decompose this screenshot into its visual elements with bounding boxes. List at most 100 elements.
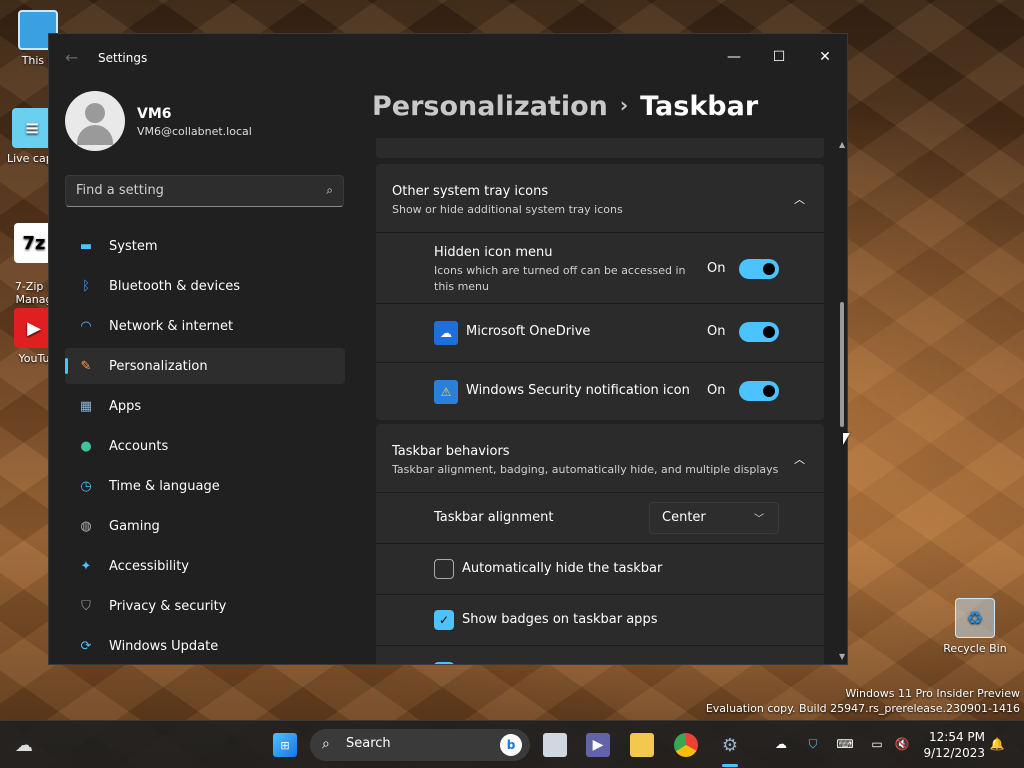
scroll-down-arrow[interactable]: ▼ bbox=[839, 652, 845, 661]
sidebar-item-label: Gaming bbox=[109, 518, 160, 534]
search-input[interactable]: Find a setting ⌕ bbox=[65, 175, 344, 207]
evaluation-watermark: Windows 11 Pro Insider Preview Evaluatio… bbox=[706, 686, 1020, 716]
bing-icon[interactable]: b bbox=[500, 734, 522, 756]
onedrive-icon: ☁ bbox=[434, 321, 458, 345]
toggle-knob bbox=[763, 385, 775, 397]
onedrive-toggle[interactable] bbox=[739, 322, 779, 342]
page-title: Taskbar bbox=[640, 91, 759, 122]
gamepad-icon: ◍ bbox=[80, 518, 92, 534]
maximize-button[interactable]: ☐ bbox=[764, 42, 794, 72]
chevron-up-icon[interactable]: ︿ bbox=[794, 451, 808, 466]
chevron-up-icon[interactable]: ︿ bbox=[794, 191, 808, 206]
auto-hide-checkbox[interactable] bbox=[434, 559, 454, 579]
live-captions-icon: ≡ bbox=[12, 108, 52, 148]
update-icon: ⟳ bbox=[80, 638, 92, 654]
sidebar-item-label: Time & language bbox=[109, 478, 220, 494]
watermark-line: Evaluation copy. Build 25947.rs_prerelea… bbox=[705, 702, 1020, 715]
back-arrow-icon[interactable]: ← bbox=[65, 48, 78, 67]
desktop-icon-recycle-bin[interactable]: ♻ Recycle Bin bbox=[940, 598, 1010, 655]
sidebar-item-label: Privacy & security bbox=[109, 598, 227, 614]
scroll-up-arrow[interactable]: ▲ bbox=[839, 140, 845, 149]
brush-icon: ✎ bbox=[80, 358, 92, 374]
toggle-knob bbox=[763, 326, 775, 338]
badges-checkbox[interactable]: ✓ bbox=[434, 610, 454, 630]
breadcrumb-separator: › bbox=[619, 93, 629, 117]
taskbar-alignment-dropdown[interactable]: Center ﹀ bbox=[649, 502, 779, 534]
minimize-button[interactable]: — bbox=[719, 42, 749, 72]
sidebar-item-accounts[interactable]: ● Accounts bbox=[65, 428, 345, 464]
checkbox-label: Automatically hide the taskbar bbox=[462, 561, 663, 576]
taskbar-search[interactable]: ⌕ Search b bbox=[310, 729, 530, 761]
settings-gear-icon[interactable]: ⚙ bbox=[718, 733, 742, 757]
scroll-thumb[interactable] bbox=[840, 302, 844, 427]
start-button[interactable]: ⊞ bbox=[273, 733, 297, 757]
volume-muted-icon[interactable]: 🔇 bbox=[893, 735, 911, 753]
mouse-cursor-icon bbox=[843, 433, 850, 445]
user-name: VM6 bbox=[137, 106, 172, 122]
row-label: Hidden icon menu bbox=[434, 245, 553, 260]
system-icon: ▬ bbox=[79, 238, 93, 254]
sidebar-item-privacy-security[interactable]: ⛉ Privacy & security bbox=[65, 588, 345, 624]
partial-checkbox[interactable] bbox=[434, 662, 454, 664]
taskbar-behaviors-header[interactable]: Taskbar behaviors Taskbar alignment, bad… bbox=[376, 424, 824, 492]
sidebar-item-label: System bbox=[109, 238, 158, 254]
sidebar-item-apps[interactable]: ▦ Apps bbox=[65, 388, 345, 424]
hidden-icon-menu-toggle[interactable] bbox=[739, 259, 779, 279]
search-icon: ⌕ bbox=[326, 183, 333, 197]
notification-bell-icon[interactable]: 🔔 bbox=[988, 735, 1006, 753]
scrollbar[interactable]: ▲ ▼ bbox=[839, 140, 845, 664]
clock[interactable]: 12:54 PM 9/12/2023 bbox=[915, 729, 985, 761]
wifi-icon: ◠ bbox=[80, 318, 92, 334]
row-label: Microsoft OneDrive bbox=[466, 324, 591, 339]
close-button[interactable]: ✕ bbox=[810, 42, 840, 72]
sidebar-item-system[interactable]: ▬ System bbox=[65, 228, 345, 264]
search-icon: ⌕ bbox=[322, 736, 330, 752]
sidebar-item-label: Apps bbox=[109, 398, 142, 414]
auto-hide-row: Automatically hide the taskbar bbox=[376, 544, 824, 594]
row-label: Windows Security notification icon bbox=[466, 383, 690, 398]
sidebar-nav: ▬ System ᛒ Bluetooth & devices ◠ Network… bbox=[65, 228, 345, 664]
sidebar-item-windows-update[interactable]: ⟳ Windows Update bbox=[65, 628, 345, 664]
breadcrumb: Personalization › Taskbar bbox=[372, 91, 758, 122]
sidebar-item-accessibility[interactable]: ✦ Accessibility bbox=[65, 548, 345, 584]
breadcrumb-parent[interactable]: Personalization bbox=[372, 91, 608, 122]
teams-meet-icon[interactable]: ▶ bbox=[586, 733, 610, 757]
keyboard-icon[interactable]: ⌨ bbox=[836, 735, 854, 753]
sidebar-item-gaming[interactable]: ◍ Gaming bbox=[65, 508, 345, 544]
active-app-indicator bbox=[722, 764, 738, 767]
avatar-head bbox=[85, 103, 105, 123]
sidebar-item-bluetooth[interactable]: ᛒ Bluetooth & devices bbox=[65, 268, 345, 304]
sidebar-item-label: Personalization bbox=[109, 358, 208, 374]
chrome-icon[interactable] bbox=[674, 733, 698, 757]
task-view-icon[interactable] bbox=[543, 733, 567, 757]
avatar-body bbox=[77, 125, 113, 145]
section-title: Other system tray icons bbox=[392, 184, 549, 199]
settings-window: ← Settings — ☐ ✕ VM6 VM6@collabnet.local… bbox=[48, 33, 848, 665]
tray-icons-header[interactable]: Other system tray icons Show or hide add… bbox=[376, 164, 824, 232]
clock-date: 9/12/2023 bbox=[923, 746, 985, 760]
taskbar: ☁ ⊞ ⌕ Search b ▶ ⚙ ☁ ⛉ ⌨ ▭ 🔇 12:54 PM 9/… bbox=[0, 720, 1024, 768]
security-tray-icon[interactable]: ⛉ bbox=[804, 735, 822, 753]
sidebar-item-label: Windows Update bbox=[109, 638, 219, 654]
sidebar-item-time-language[interactable]: ◷ Time & language bbox=[65, 468, 345, 504]
section-title: Taskbar behaviors bbox=[392, 444, 510, 459]
toggle-state-label: On bbox=[707, 324, 726, 339]
onedrive-tray-icon[interactable]: ☁ bbox=[772, 735, 790, 753]
watermark-line: Windows 11 Pro Insider Preview bbox=[845, 687, 1020, 700]
bluetooth-icon: ᛒ bbox=[82, 278, 90, 294]
network-icon[interactable]: ▭ bbox=[868, 735, 886, 753]
dropdown-value: Center bbox=[662, 510, 706, 525]
file-explorer-icon[interactable] bbox=[630, 733, 654, 757]
avatar[interactable] bbox=[65, 91, 125, 151]
toggle-state-label: On bbox=[707, 261, 726, 276]
desktop-icon-label: Recycle Bin bbox=[943, 642, 1007, 655]
checkbox-label: Show badges on taskbar apps bbox=[462, 612, 658, 627]
sidebar-item-label: Bluetooth & devices bbox=[109, 278, 240, 294]
user-email: VM6@collabnet.local bbox=[137, 125, 252, 138]
toggle-state-label: On bbox=[707, 383, 726, 398]
sidebar-item-network[interactable]: ◠ Network & internet bbox=[65, 308, 345, 344]
weather-icon[interactable]: ☁ bbox=[12, 733, 36, 757]
windows-security-toggle[interactable] bbox=[739, 381, 779, 401]
sidebar-item-personalization[interactable]: ✎ Personalization bbox=[65, 348, 345, 384]
accounts-icon: ● bbox=[80, 438, 92, 454]
